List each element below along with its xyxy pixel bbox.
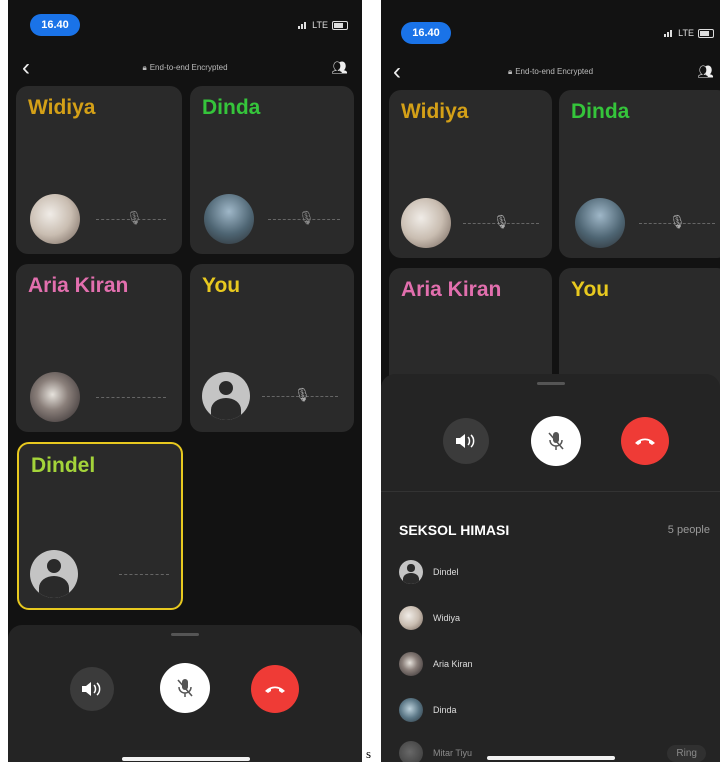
participant-tile-widiya[interactable]: Widiya 🎙︎	[389, 90, 552, 258]
lock-icon: 🔒︎	[142, 63, 147, 72]
participant-list-name: Aria Kiran	[433, 659, 473, 669]
participant-name: Aria Kiran	[28, 274, 129, 297]
participant-name: Widiya	[28, 96, 96, 119]
speaker-icon	[456, 434, 475, 448]
group-member-count: 5 people	[667, 524, 710, 536]
mic-muted-icon: 🎙︎	[298, 210, 315, 225]
hang-up-icon	[265, 686, 285, 693]
mic-off-icon	[177, 679, 193, 697]
participant-list-item[interactable]: Dinda	[399, 697, 712, 723]
mic-muted-icon: 🎙︎	[493, 214, 510, 229]
audio-wave	[119, 574, 169, 576]
drag-handle[interactable]	[537, 382, 565, 385]
end-call-button[interactable]	[251, 665, 299, 713]
avatar	[399, 652, 423, 676]
participants-icon[interactable]: 👥︎	[331, 60, 348, 76]
participant-tile-aria-kiran[interactable]: Aria Kiran	[16, 264, 182, 432]
participant-tile-widiya[interactable]: Widiya 🎙︎	[16, 86, 182, 254]
mic-muted-icon: 🎙︎	[669, 214, 686, 229]
hang-up-icon	[635, 438, 655, 445]
avatar	[399, 741, 423, 762]
participant-list-name: Dindel	[433, 567, 459, 577]
avatar	[399, 606, 423, 630]
signal-icon	[298, 21, 308, 29]
mute-button[interactable]	[160, 663, 210, 713]
participant-name: Dinda	[571, 100, 630, 123]
call-header: ‹ 🔒︎ End-to-end Encrypted 👥︎	[8, 56, 362, 80]
participant-name: Dindel	[31, 454, 96, 477]
group-title: SEKSOL HIMASI	[399, 522, 510, 538]
stray-character: s	[366, 746, 372, 761]
participant-list-item[interactable]: Aria Kiran	[399, 651, 712, 677]
battery-icon	[698, 28, 714, 38]
status-indicators: LTE	[298, 20, 348, 30]
participant-name: You	[202, 274, 241, 297]
default-avatar-icon	[202, 372, 250, 420]
participants-sheet: SEKSOL HIMASI 5 people Dindel Widiya Ari…	[381, 374, 720, 762]
participant-tile-dinda[interactable]: Dinda 🎙︎	[190, 86, 354, 254]
drag-handle[interactable]	[171, 633, 199, 636]
mic-muted-icon: 🎙︎	[126, 210, 143, 225]
signal-icon	[664, 29, 674, 37]
call-screen-left: 16.40 LTE ‹ 🔒︎ End-to-end Encrypted 👥︎ Wi…	[8, 0, 362, 762]
participant-list-item[interactable]: Widiya	[399, 605, 712, 631]
speaker-button[interactable]	[443, 418, 489, 464]
avatar	[575, 198, 625, 248]
home-indicator	[487, 756, 615, 760]
home-indicator	[122, 757, 250, 761]
battery-icon	[332, 20, 348, 30]
avatar	[401, 198, 451, 248]
mute-button[interactable]	[531, 416, 581, 466]
ring-button[interactable]: Ring	[667, 744, 706, 762]
default-avatar-icon	[399, 560, 423, 584]
participant-list-name: Mitar Tiyu	[433, 748, 473, 758]
participant-list-name: Widiya	[433, 613, 461, 623]
divider	[381, 491, 720, 492]
call-screen-right: 16.40 LTE ‹ 🔒︎ End-to-end Encrypted 👥︎ Wi…	[381, 0, 720, 762]
network-label: LTE	[312, 20, 328, 30]
mic-muted-icon: 🎙︎	[294, 387, 311, 402]
participants-icon[interactable]: 👥︎	[697, 64, 714, 80]
default-avatar-icon	[30, 550, 78, 598]
end-call-button[interactable]	[621, 417, 669, 465]
participant-tile-dinda[interactable]: Dinda 🎙︎	[559, 90, 720, 258]
participant-name: Widiya	[401, 100, 469, 123]
participant-tile-dindel[interactable]: Dindel	[17, 442, 183, 610]
audio-wave	[96, 397, 166, 399]
status-time: 16.40	[30, 14, 80, 36]
speaker-icon	[82, 682, 101, 696]
participant-list-item[interactable]: Dindel	[399, 559, 712, 585]
participant-name: Aria Kiran	[401, 278, 502, 301]
participant-list-name: Dinda	[433, 705, 457, 715]
avatar	[30, 372, 80, 422]
network-label: LTE	[678, 28, 694, 38]
call-header: ‹ 🔒︎ End-to-end Encrypted 👥︎	[381, 60, 720, 84]
encryption-label: 🔒︎ End-to-end Encrypted	[507, 67, 594, 76]
mic-off-icon	[548, 432, 564, 450]
avatar	[204, 194, 254, 244]
avatar	[399, 698, 423, 722]
participant-name: You	[571, 278, 610, 301]
encryption-label: 🔒︎ End-to-end Encrypted	[142, 63, 228, 72]
speaker-button[interactable]	[70, 667, 114, 711]
status-indicators: LTE	[664, 28, 714, 38]
lock-icon: 🔒︎	[507, 67, 513, 76]
call-controls-panel	[8, 625, 362, 762]
participant-tile-you[interactable]: You 🎙︎	[190, 264, 354, 432]
avatar	[30, 194, 80, 244]
participant-name: Dinda	[202, 96, 261, 119]
status-time: 16.40	[401, 22, 451, 44]
